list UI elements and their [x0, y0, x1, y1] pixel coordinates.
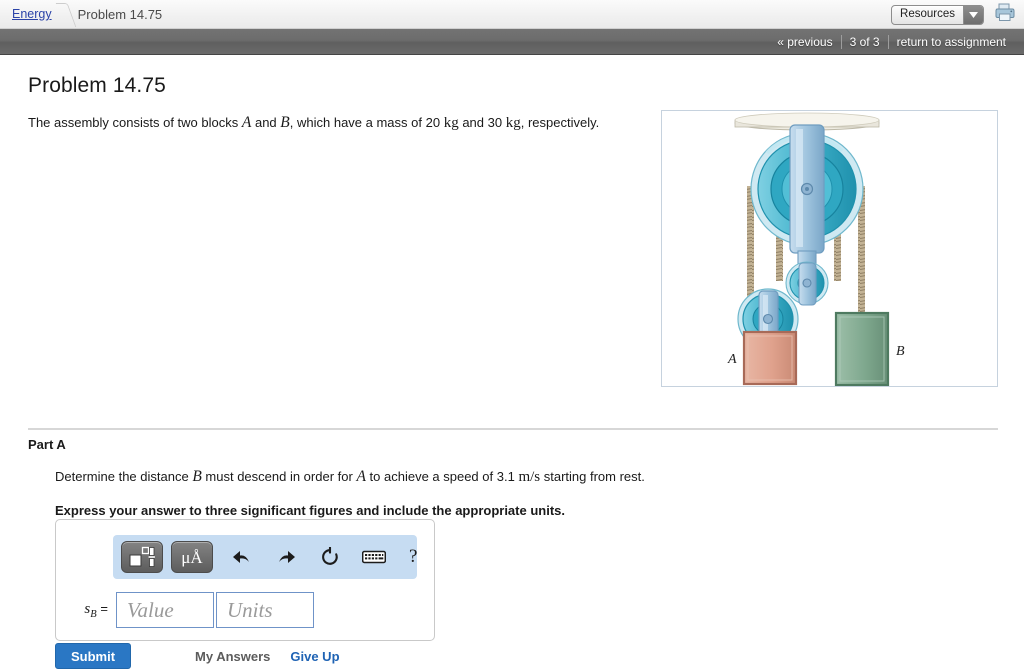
- assignment-nav-bar: « previous 3 of 3 return to assignment: [0, 29, 1024, 55]
- topbar-controls: Resources: [891, 0, 1016, 29]
- units-micro-angstrom-icon[interactable]: μÅ: [171, 541, 213, 573]
- stem-unit-kg-1: kg: [443, 115, 459, 131]
- answer-subscript: B: [90, 608, 97, 620]
- give-up-link[interactable]: Give Up: [290, 649, 339, 664]
- answer-variable-label: sB =: [68, 601, 116, 620]
- reset-circular-arrow-icon[interactable]: [315, 542, 345, 572]
- problem-counter: 3 of 3: [849, 34, 880, 49]
- stem-unit-kg-2: kg: [505, 115, 521, 131]
- redo-arrow-icon[interactable]: [271, 542, 301, 572]
- math-template-icon[interactable]: [121, 541, 163, 573]
- pulley-assembly-diagram: A B: [727, 112, 905, 386]
- answer-toolbar: μÅ ?: [113, 535, 417, 579]
- submit-button[interactable]: Submit: [55, 643, 131, 669]
- chevron-down-icon[interactable]: [963, 5, 983, 24]
- question-var-a: A: [356, 468, 366, 485]
- units-icon-label: μÅ: [181, 547, 203, 567]
- section-divider: [28, 428, 998, 430]
- breadcrumb-separator-icon: [54, 0, 76, 29]
- answer-row: sB = Value Units: [68, 592, 314, 628]
- problem-statement: The assembly consists of two blocks A an…: [28, 112, 648, 135]
- breadcrumb-current: Problem 14.75: [77, 6, 163, 22]
- stem-text-3: , respectively.: [520, 115, 600, 130]
- answer-value-input[interactable]: Value: [116, 592, 214, 628]
- part-a-instruction: Express your answer to three significant…: [55, 502, 565, 518]
- help-button[interactable]: ?: [409, 546, 417, 568]
- part-a-heading: Part A: [28, 437, 66, 452]
- answer-value-placeholder: Value: [127, 597, 174, 622]
- stem-text-and2: and 30: [462, 115, 503, 130]
- answer-actions: Submit My Answers Give Up: [55, 643, 340, 669]
- part-a-question: Determine the distance B must descend in…: [55, 465, 955, 489]
- previous-problem-link[interactable]: « previous: [769, 35, 840, 49]
- question-var-b: B: [192, 468, 202, 485]
- return-to-assignment-link[interactable]: return to assignment: [889, 35, 1014, 49]
- problem-figure: A B: [661, 110, 998, 387]
- stem-text-1: The assembly consists of two blocks: [28, 115, 239, 130]
- resources-dropdown[interactable]: Resources: [891, 4, 984, 25]
- question-text-3: to achieve a speed of 3.1: [369, 469, 515, 484]
- stem-text-and: and: [254, 115, 277, 130]
- question-text-1: Determine the distance: [55, 469, 189, 484]
- undo-arrow-icon[interactable]: [227, 542, 257, 572]
- question-unit-speed: m/s: [518, 469, 541, 485]
- stem-var-a: A: [241, 114, 252, 131]
- answer-units-placeholder: Units: [227, 597, 273, 622]
- page-title: Problem 14.75: [28, 74, 166, 97]
- question-text-2: must descend in order for: [205, 469, 353, 484]
- part-a-body: Determine the distance B must descend in…: [55, 465, 955, 518]
- my-answers-link[interactable]: My Answers: [195, 649, 270, 664]
- stem-var-b: B: [280, 114, 290, 131]
- answer-equals: =: [100, 600, 108, 616]
- figure-label-b: B: [896, 344, 905, 359]
- keyboard-icon[interactable]: [359, 542, 389, 572]
- resources-label: Resources: [900, 7, 955, 20]
- answer-units-input[interactable]: Units: [216, 592, 314, 628]
- question-text-4: starting from rest.: [543, 469, 645, 484]
- printer-icon[interactable]: [994, 2, 1016, 27]
- answer-input-panel: μÅ ? sB = Value Units: [55, 519, 435, 641]
- top-breadcrumb-bar: Energy Problem 14.75 Resources: [0, 0, 1024, 29]
- stem-text-2: , which have a mass of 20: [289, 115, 441, 130]
- breadcrumb-link-energy[interactable]: Energy: [12, 7, 52, 21]
- figure-label-a: A: [727, 352, 737, 367]
